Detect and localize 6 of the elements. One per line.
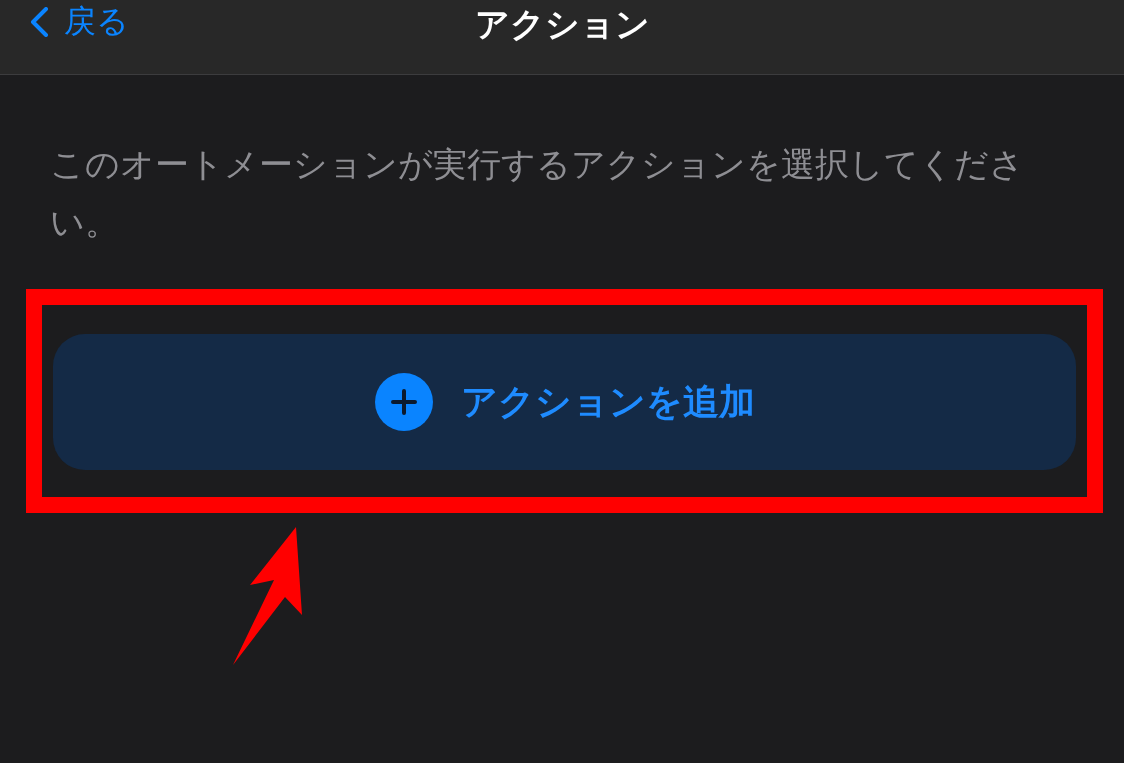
- chevron-left-icon: [28, 7, 50, 37]
- description-text: このオートメーションが実行するアクションを選択してください。: [49, 143, 1025, 244]
- plus-circle-icon: [374, 373, 433, 431]
- back-button[interactable]: 戻る: [28, 0, 129, 44]
- add-action-button[interactable]: アクションを追加: [53, 334, 1076, 470]
- screen-title: アクション: [474, 3, 650, 46]
